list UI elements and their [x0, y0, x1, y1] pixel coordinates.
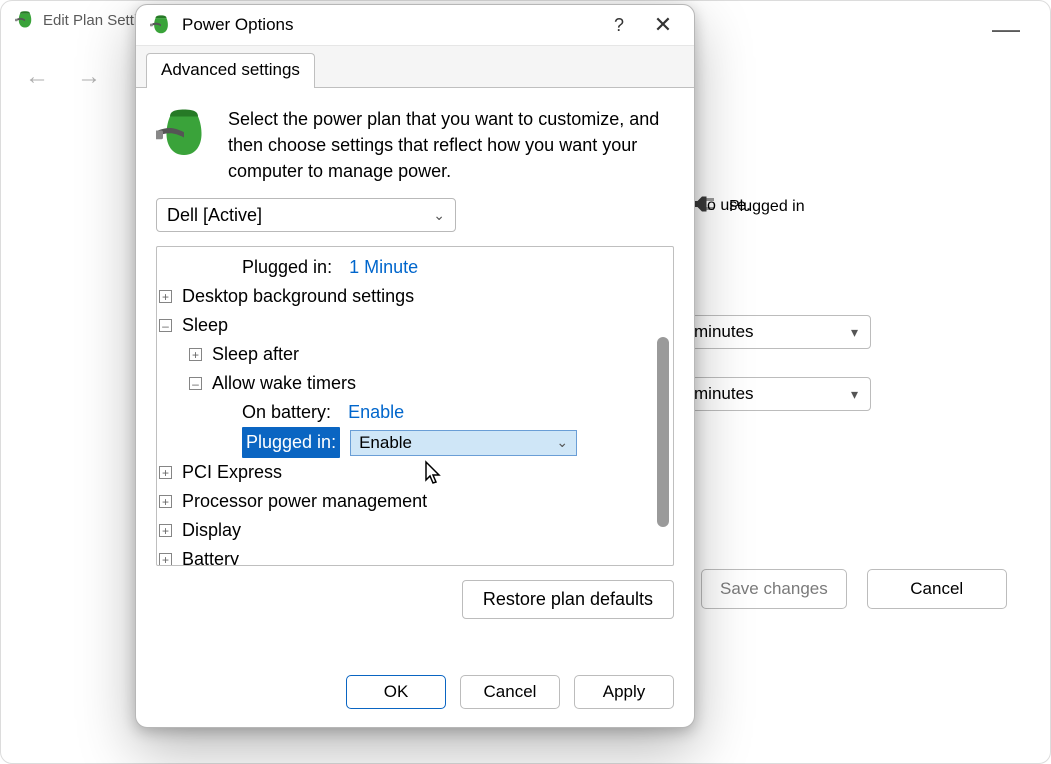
- tree-node-sleep-after[interactable]: Sleep after: [212, 340, 299, 369]
- settings-tree[interactable]: + Plugged in: 1 Minute + Desktop backgro…: [156, 246, 674, 566]
- power-options-dialog: Power Options ? ✕ Advanced settings Sele…: [135, 4, 695, 728]
- save-changes-button[interactable]: Save changes: [701, 569, 847, 609]
- chevron-down-icon: ▾: [851, 386, 858, 403]
- collapse-icon[interactable]: –: [189, 377, 202, 390]
- ok-button[interactable]: OK: [346, 675, 446, 709]
- battery-icon: [156, 106, 212, 162]
- tab-strip: Advanced settings: [136, 45, 694, 88]
- expand-icon[interactable]: +: [159, 553, 172, 566]
- chevron-down-icon: ⌄: [433, 207, 445, 224]
- tree-label: Plugged in:: [242, 253, 332, 282]
- back-button[interactable]: ←: [25, 63, 49, 91]
- tree-label-selected: Plugged in:: [242, 427, 340, 458]
- dialog-title: Power Options: [182, 15, 294, 35]
- cancel-button[interactable]: Cancel: [867, 569, 1007, 609]
- dialog-icon: [150, 14, 172, 36]
- tree-value[interactable]: 1 Minute: [349, 253, 418, 282]
- wake-plugged-select[interactable]: Enable ⌄: [350, 430, 577, 456]
- tree-node-battery[interactable]: Battery: [182, 545, 239, 566]
- power-plan-select[interactable]: Dell [Active] ⌄: [156, 198, 456, 232]
- tab-advanced-settings[interactable]: Advanced settings: [146, 53, 315, 88]
- app-icon: [15, 10, 35, 30]
- apply-button[interactable]: Apply: [574, 675, 674, 709]
- expand-icon[interactable]: +: [159, 290, 172, 303]
- collapse-icon[interactable]: –: [159, 319, 172, 332]
- expand-icon[interactable]: +: [159, 495, 172, 508]
- tree-label: On battery:: [242, 398, 331, 427]
- dialog-cancel-button[interactable]: Cancel: [460, 675, 560, 709]
- tree-value[interactable]: Enable: [348, 398, 404, 427]
- tree-node-allow-wake[interactable]: Allow wake timers: [212, 369, 356, 398]
- tree-node-processor[interactable]: Processor power management: [182, 487, 427, 516]
- tree-node-sleep[interactable]: Sleep: [182, 311, 228, 340]
- display-sleep-select[interactable]: minutes ▾: [681, 315, 871, 349]
- tree-node-display[interactable]: Display: [182, 516, 241, 545]
- chevron-down-icon: ⌄: [556, 428, 568, 457]
- bg-hint: o use.: [707, 197, 751, 215]
- minimize-button[interactable]: —: [992, 13, 1020, 45]
- help-button[interactable]: ?: [602, 11, 636, 39]
- expand-icon[interactable]: +: [159, 466, 172, 479]
- dialog-description: Select the power plan that you want to c…: [228, 106, 674, 184]
- expand-icon[interactable]: +: [159, 524, 172, 537]
- restore-defaults-button[interactable]: Restore plan defaults: [462, 580, 674, 619]
- tree-scrollbar[interactable]: [657, 253, 669, 559]
- tree-node-desktop-bg[interactable]: Desktop background settings: [182, 282, 414, 311]
- computer-sleep-select[interactable]: minutes ▾: [681, 377, 871, 411]
- tree-node-pci[interactable]: PCI Express: [182, 458, 282, 487]
- close-button[interactable]: ✕: [646, 11, 680, 39]
- forward-button[interactable]: →: [77, 63, 101, 91]
- expand-icon[interactable]: +: [189, 348, 202, 361]
- chevron-down-icon: ▾: [851, 324, 858, 341]
